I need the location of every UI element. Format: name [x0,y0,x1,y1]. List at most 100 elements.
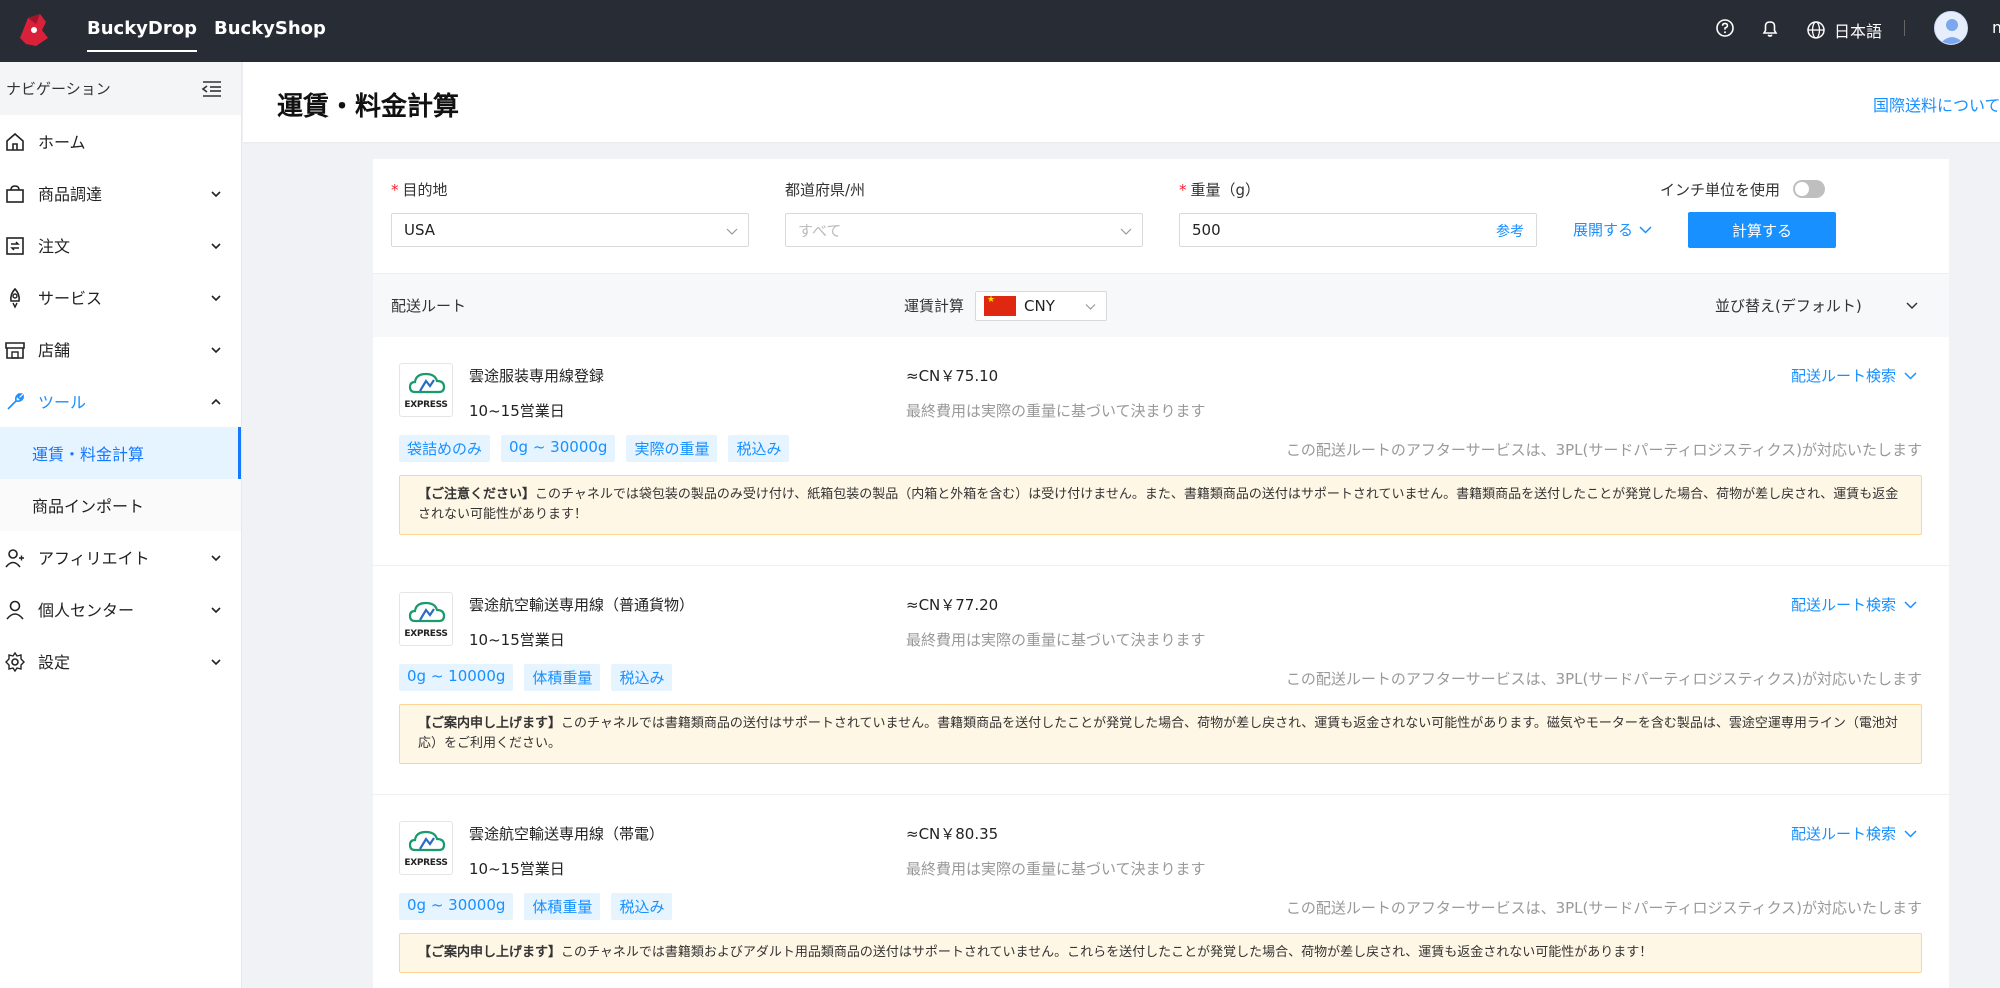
notice-title: 【ご案内申し上げます】 [418,945,562,960]
route-column-header: 配送ルート [391,297,467,315]
chevron-down-icon [211,555,221,562]
route-notice: 【ご注意ください】このチャネルでは袋包装の製品のみ受け付け、紙箱包装の製品（内箱… [399,475,1922,535]
chevron-down-icon [211,607,221,614]
chevron-down-icon [1904,372,1917,380]
tab-buckyshop[interactable]: BuckyShop [214,18,326,39]
inch-unit-toggle[interactable] [1793,180,1825,198]
sidebar-item-label: ツール [38,393,87,412]
route-tag: 税込み [728,435,790,462]
weight-value: 500 [1192,221,1221,239]
chevron-down-icon [1120,228,1132,235]
sidebar-item-label: 商品調達 [38,185,103,204]
state-placeholder: すべて [798,221,842,240]
sort-select[interactable]: 並び替え(デフォルト) [1715,295,1862,316]
sidebar-item-label: 店舗 [38,341,71,360]
route-price: ≈CN￥80.35 [906,825,999,843]
route-price: ≈CN￥75.10 [906,367,999,385]
sidebar-header: ナビゲーション [0,62,241,115]
yuntu-express-logo-icon: EXPRESS [399,821,453,875]
top-bar: BuckyDrop BuckyShop 日本語 m [0,0,2000,62]
expand-label: 展開する [1573,221,1634,239]
sidebar-item-label: 個人センター [38,601,135,620]
logo-text: EXPRESS [404,629,448,639]
sidebar-item-label: 注文 [38,237,71,256]
chevron-down-icon [211,295,221,302]
language-label: 日本語 [1834,22,1883,41]
notice-text: このチャネルでは袋包装の製品のみ受け付け、紙箱包装の製品（内箱と外箱を含む）は受… [418,487,1899,522]
route-search-link[interactable]: 配送ルート検索 [1791,823,1917,844]
expand-button[interactable]: 展開する [1573,219,1652,240]
bucky-logo-icon[interactable] [12,8,56,52]
destination-select[interactable]: USA [391,213,749,247]
user-icon [6,600,24,620]
route-after-service: この配送ルートのアフターサービスは、3PL(サードパーティロジスティクス)が対応… [1285,899,1922,917]
chevron-down-icon [211,243,221,250]
sidebar-item-label: 設定 [38,653,71,672]
weight-label: * 重量（g） [1179,181,1261,199]
international-shipping-link[interactable]: 国際送料について書 [1873,92,2000,116]
route-row: EXPRESS 雲途航空輸送専用線（帯電） 10~15営業日 ≈CN￥80.35… [373,795,1949,988]
state-select[interactable]: すべて [785,213,1143,247]
divider [1904,20,1905,36]
calculator-form: * 目的地 USA 都道府県/州 すべて * 重量（g） 500 参考 インチ単位を… [373,159,1949,273]
weight-reference-link[interactable]: 参考 [1496,221,1524,241]
route-tag: 袋詰めのみ [399,435,491,462]
route-tag: 0g ~ 30000g [399,893,514,920]
sidebar-item-store[interactable]: 店舗 [0,323,241,375]
tab-buckydrop[interactable]: BuckyDrop [87,18,197,52]
calculate-button[interactable]: 計算する [1688,212,1836,248]
route-search-link[interactable]: 配送ルート検索 [1791,594,1917,615]
sidebar-item-home[interactable]: ホーム [0,115,241,167]
username[interactable]: m [1992,18,2000,37]
notice-title: 【ご注意ください】 [418,487,536,502]
route-price: ≈CN￥77.20 [906,596,999,614]
bell-icon[interactable] [1759,17,1781,39]
route-search-label: 配送ルート検索 [1791,367,1897,385]
route-tag: 税込み [611,664,673,691]
help-icon[interactable] [1714,17,1736,39]
route-tag: 体積重量 [524,893,601,920]
chevron-down-icon [1639,226,1652,234]
route-row: EXPRESS 雲途航空輸送専用線（普通貨物） 10~15営業日 ≈CN￥77.… [373,566,1949,795]
route-price-note: 最終費用は実際の重量に基づいて決まります [906,860,1206,878]
sidebar-item-affiliate[interactable]: アフィリエイト [0,531,241,583]
route-price-note: 最終費用は実際の重量に基づいて決まります [906,631,1206,649]
language-switcher[interactable]: 日本語 [1806,18,1882,42]
sidebar-item-label: ホーム [38,133,86,152]
route-notice: 【ご案内申し上げます】このチャネルでは書籍類およびアダルト用品類商品の送付はサポ… [399,933,1922,973]
sidebar-item-personal-center[interactable]: 個人センター [0,583,241,635]
route-tags: 0g ~ 10000g 体積重量 税込み [399,664,673,691]
sidebar-title: ナビゲーション [6,80,111,98]
sidebar-item-settings[interactable]: 設定 [0,635,241,687]
route-tag: 0g ~ 10000g [399,664,514,691]
sidebar-item-sourcing[interactable]: 商品調達 [0,167,241,219]
route-tags: 0g ~ 30000g 体積重量 税込み [399,893,673,920]
weight-input[interactable]: 500 参考 [1179,213,1537,247]
shopping-bag-icon [6,185,24,203]
collapse-menu-icon[interactable] [201,80,223,98]
route-delivery-days: 10~15営業日 [469,860,565,878]
sidebar-subitem-shipping-calculator[interactable]: 運賃・料金計算 [0,427,241,479]
route-tag: 実際の重量 [626,435,718,462]
rocket-icon [10,287,20,309]
chevron-down-icon [1085,304,1096,310]
yuntu-express-logo-icon: EXPRESS [399,363,453,417]
fee-column-header: 運賃計算 [904,297,965,315]
destination-value: USA [404,221,436,239]
gear-icon [5,651,25,673]
destination-label: * 目的地 [391,181,448,199]
sidebar-item-services[interactable]: サービス [0,271,241,323]
notice-title: 【ご案内申し上げます】 [418,716,562,731]
order-icon [6,237,24,255]
currency-select[interactable]: CNY [975,291,1107,321]
sidebar-item-tools[interactable]: ツール [0,375,241,427]
sidebar-subitem-product-import[interactable]: 商品インポート [0,479,241,531]
yuntu-express-logo-icon: EXPRESS [399,592,453,646]
avatar[interactable] [1934,11,1968,45]
sidebar: ナビゲーション ホーム 商品調達 注文 サービス 店舗 ツール 運賃・料金計算 … [0,62,242,988]
chevron-down-icon[interactable] [1905,298,1919,312]
sidebar-item-orders[interactable]: 注文 [0,219,241,271]
route-search-link[interactable]: 配送ルート検索 [1791,365,1917,386]
route-name: 雲途服装専用線登録 [469,367,605,385]
route-notice: 【ご案内申し上げます】このチャネルでは書籍類商品の送付はサポートされていません。… [399,704,1922,764]
